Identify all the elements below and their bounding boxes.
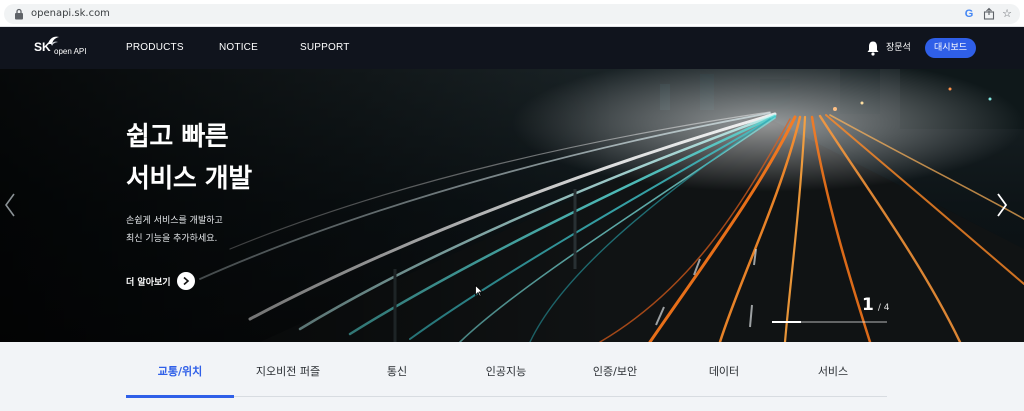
- tab-telecom[interactable]: 통신: [343, 364, 451, 380]
- learn-more-label: 더 알아보기: [126, 277, 171, 288]
- hero-title-line-2: 서비스 개발: [126, 164, 252, 194]
- hero-banner: 쉽고 빠른 서비스 개발 손쉽게 서비스를 개발하고 최신 기능을 추가하세요.…: [0, 69, 1024, 342]
- user-name[interactable]: 장문석: [886, 42, 911, 54]
- hero-description-line-1: 손쉽게 서비스를 개발하고: [126, 216, 223, 226]
- nav-products[interactable]: PRODUCTS: [126, 41, 184, 55]
- tab-traffic-location[interactable]: 교통/위치: [126, 364, 234, 380]
- next-slide-arrow-icon[interactable]: [994, 191, 1010, 219]
- hero-description-line-2: 최신 기능을 추가하세요.: [126, 234, 218, 244]
- nav-support[interactable]: SUPPORT: [300, 41, 350, 55]
- tab-data[interactable]: 데이터: [670, 364, 778, 380]
- previous-slide-arrow-icon[interactable]: [2, 191, 18, 219]
- slide-current: 1: [862, 295, 874, 315]
- learn-more-arrow-button[interactable]: [176, 272, 195, 290]
- chevron-right-icon: [183, 276, 189, 286]
- star-icon[interactable]: ☆: [1000, 7, 1014, 21]
- url-text[interactable]: openapi.sk.com: [31, 7, 110, 21]
- hero-title-line-1: 쉽고 빠른: [126, 122, 229, 152]
- bell-icon[interactable]: [866, 40, 880, 56]
- lock-icon[interactable]: [14, 8, 24, 20]
- nav-notice[interactable]: NOTICE: [219, 41, 258, 55]
- tab-auth-security[interactable]: 인증/보안: [561, 364, 669, 380]
- tab-ai[interactable]: 인공지능: [452, 364, 560, 380]
- url-field[interactable]: openapi.sk.com G ☆: [4, 4, 1020, 24]
- tab-geovision-puzzle[interactable]: 지오비전 퍼즐: [234, 364, 342, 380]
- slide-pager: 1/ 4: [862, 295, 889, 315]
- slide-total: / 4: [877, 303, 890, 313]
- site-header: SK open API PRODUCTS NOTICE SUPPORT 장문석 …: [0, 27, 1024, 69]
- sk-open-api-logo[interactable]: SK open API: [34, 36, 94, 60]
- learn-more-link[interactable]: 더 알아보기: [126, 270, 195, 292]
- mouse-cursor-icon: [475, 285, 483, 297]
- browser-address-bar: openapi.sk.com G ☆: [0, 0, 1024, 27]
- active-tab-indicator: [126, 395, 234, 398]
- slide-progress-bar: [772, 321, 887, 323]
- dashboard-button[interactable]: 대시보드: [925, 38, 976, 58]
- logo-api-text: open API: [54, 47, 87, 56]
- butterfly-logo-icon: [48, 36, 59, 46]
- tabs-divider: [126, 396, 887, 397]
- share-icon[interactable]: [982, 7, 996, 21]
- tab-service[interactable]: 서비스: [779, 364, 887, 380]
- category-tabs: 교통/위치 지오비전 퍼즐 통신 인공지능 인증/보안 데이터 서비스: [0, 342, 1024, 411]
- google-icon[interactable]: G: [962, 7, 976, 21]
- slide-progress-fill: [772, 321, 801, 323]
